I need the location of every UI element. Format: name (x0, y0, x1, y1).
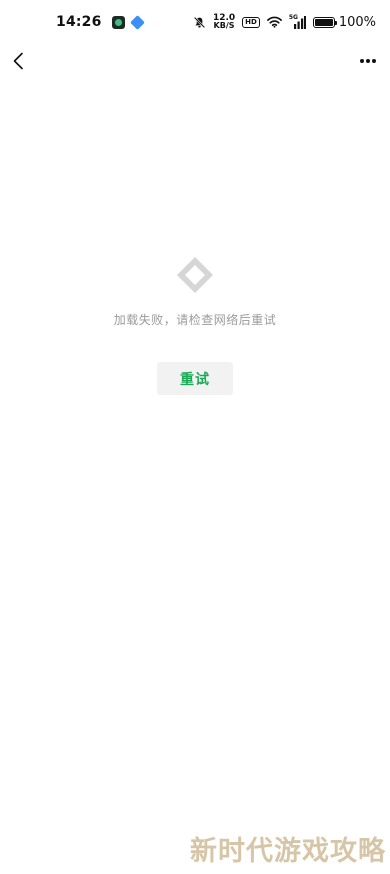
retry-button[interactable]: 重试 (157, 362, 233, 395)
hd-icon: HD (242, 16, 260, 28)
mute-bell-icon (193, 16, 206, 28)
status-bar: 14:26 12.0 KB/S HD 5G 100% (0, 0, 390, 44)
app-notification-icon-2 (129, 14, 145, 30)
back-button[interactable] (8, 48, 28, 74)
status-time: 14:26 (56, 14, 102, 30)
more-dots-icon (360, 59, 376, 63)
app-notification-icon (111, 15, 125, 29)
notification-icons (111, 14, 145, 30)
battery-icon (312, 16, 337, 28)
app-logo-icon (177, 257, 213, 293)
load-error-state: 加载失败，请检查网络后重试 重试 (0, 255, 390, 395)
watermark-text: 新时代游戏攻略 (190, 836, 386, 867)
signal-icon: 5G (289, 14, 306, 29)
error-message: 加载失败，请检查网络后重试 (113, 313, 277, 327)
battery-indicator: 100% (312, 14, 376, 30)
wifi-icon (266, 16, 282, 28)
battery-fill (314, 18, 333, 26)
battery-percent: 100% (338, 14, 376, 30)
status-right-icons: 12.0 KB/S HD 5G 100% (193, 14, 376, 30)
network-speed: 12.0 KB/S (213, 14, 235, 30)
more-options-button[interactable] (356, 48, 380, 74)
network-speed-unit: KB/S (213, 21, 235, 30)
nav-bar (0, 44, 390, 78)
chevron-left-icon (13, 52, 23, 70)
